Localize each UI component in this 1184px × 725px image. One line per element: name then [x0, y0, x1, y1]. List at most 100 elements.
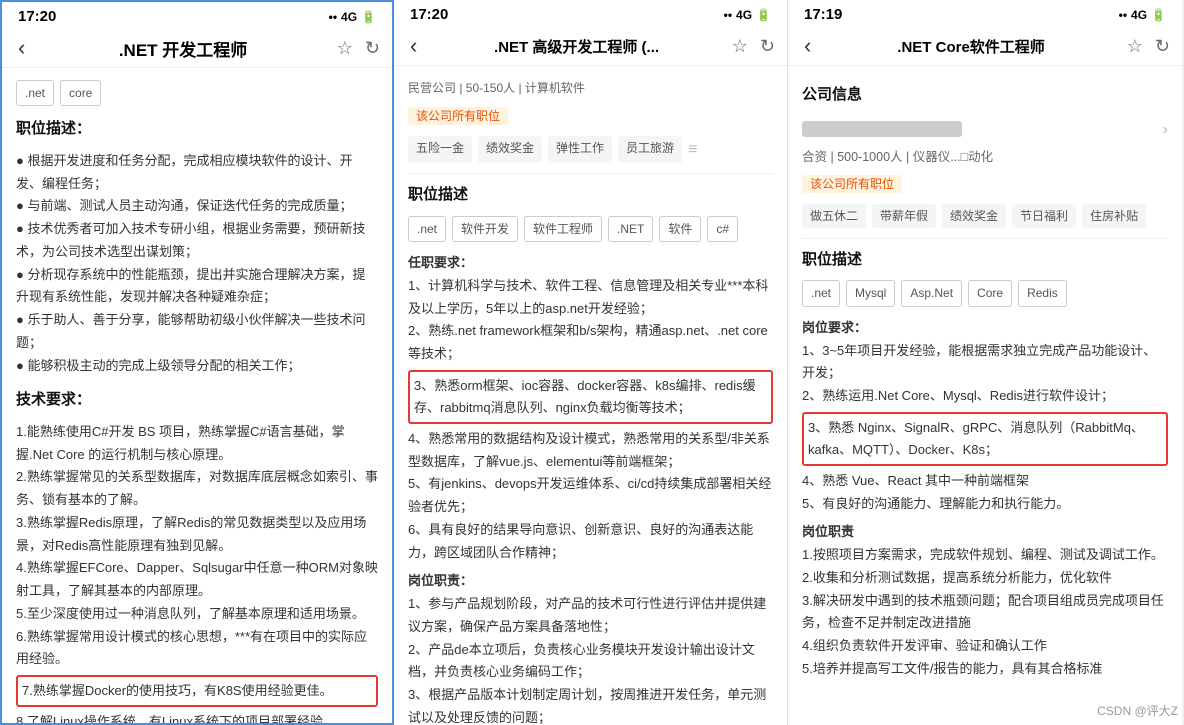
status-bar-2: 17:20 •• 4G 🔋 [394, 0, 787, 27]
benefit-1: 五险一金 [408, 136, 472, 163]
section-desc-2: 职位描述 [408, 182, 773, 208]
benefit-4: 员工旅游 [618, 136, 682, 163]
company-name-blur-3 [802, 121, 962, 137]
benefit-row-3: 做五休二 带薪年假 绩效奖金 节日福利 住房补贴 [802, 204, 1168, 228]
tag-row-3: .net Mysql Asp.Net Core Redis [802, 280, 1168, 306]
nav-bar-2: ‹ .NET 高级开发工程师 (... ☆ ↻ [394, 27, 787, 66]
tag-redis-3: Redis [1018, 280, 1067, 306]
panel-2: 17:20 •• 4G 🔋 ‹ .NET 高级开发工程师 (... ☆ ↻ 民营… [394, 0, 788, 725]
highlight-docker-2: 3、熟悉orm框架、ioc容器、docker容器、k8s编排、redis缓存、r… [408, 370, 773, 424]
tag-aspnet-3: Asp.Net [901, 280, 962, 306]
status-right-1: •• 4G 🔋 [329, 10, 376, 24]
section-tech-req-1: 技术要求： [16, 387, 378, 413]
status-bar-1: 17:20 •• 4G 🔋 [2, 2, 392, 29]
benefit-3-3: 绩效奖金 [942, 204, 1006, 228]
text-linux-1: 8.了解Linux操作系统，有Linux系统下的项目部署经验。 9.了解微服务各… [16, 711, 378, 723]
app-container: 17:20 •• 4G 🔋 ‹ .NET 开发工程师 ☆ ↻ .net core… [0, 0, 1184, 725]
panel-3: 17:19 •• 4G 🔋 ‹ .NET Core软件工程师 ☆ ↻ 公司信息 [788, 0, 1182, 725]
company-badge-2[interactable]: 该公司所有职位 [408, 107, 508, 125]
duty-heading-3: 岗位职责 [802, 521, 1168, 544]
tag-net-3: .net [802, 280, 840, 306]
req-heading-3: 岗位要求： [802, 317, 1168, 340]
network-3: 4G [1131, 8, 1147, 22]
company-row-3: › [802, 116, 1168, 143]
nav-title-1: .NET 开发工程师 [29, 36, 336, 61]
duty-text-2: 1、参与产品规划阶段，对产品的技术可行性进行评估并提供建议方案，确保产品方案具备… [408, 593, 773, 725]
tag-net-2: .net [408, 216, 446, 242]
status-right-3: •• 4G 🔋 [1119, 8, 1166, 22]
nav-bar-1: ‹ .NET 开发工程师 ☆ ↻ [2, 29, 392, 68]
benefit-row-2: 五险一金 绩效奖金 弹性工作 员工旅游 ≡ [408, 136, 773, 163]
tag-core-3: Core [968, 280, 1012, 306]
tag-row-2: .net 软件开发 软件工程师 .NET 软件 c# [408, 216, 773, 242]
company-name-area-3 [802, 118, 966, 141]
signal-dots-3: •• [1119, 8, 1127, 22]
back-button-3[interactable]: ‹ [800, 33, 815, 59]
panel-1: 17:20 •• 4G 🔋 ‹ .NET 开发工程师 ☆ ↻ .net core… [0, 0, 394, 725]
tag-mysql-3: Mysql [846, 280, 895, 306]
battery-1: 🔋 [361, 10, 376, 24]
star-icon-1[interactable]: ☆ [337, 38, 353, 59]
req-text-3a: 1、3~5年项目开发经验，能根据需求独立完成产品功能设计、开发； 2、熟练运用.… [802, 340, 1168, 408]
tag-NET-2: .NET [608, 216, 653, 242]
time-1: 17:20 [18, 8, 56, 25]
back-button-1[interactable]: ‹ [14, 35, 29, 61]
content-2: 民营公司 | 50-150人 | 计算机软件 该公司所有职位 五险一金 绩效奖金… [394, 66, 787, 725]
req-text-2a: 1、计算机科学与技术、软件工程、信息管理及相关专业***本科及以上学历，5年以上… [408, 275, 773, 366]
tag-soft-2: 软件 [659, 216, 701, 242]
company-meta-2: 民营公司 | 50-150人 | 计算机软件 [408, 78, 773, 99]
divider-2 [408, 173, 773, 174]
tech-text-1: 1.能熟练使用C#开发 BS 项目，熟练掌握C#语言基础，掌握.Net Core… [16, 421, 378, 671]
refresh-icon-3[interactable]: ↻ [1155, 36, 1170, 57]
section-heading-desc-1: 职位描述： [16, 116, 378, 142]
content-3: 公司信息 › 合资 | 500-1000人 | 仪器仪...□动化 该公司所有职… [788, 66, 1182, 725]
tag-core-1: core [60, 80, 101, 106]
time-3: 17:19 [804, 6, 842, 23]
network-2: 4G [736, 8, 752, 22]
nav-icons-2: ☆ ↻ [732, 36, 775, 57]
time-2: 17:20 [410, 6, 448, 23]
company-badge-3[interactable]: 该公司所有职位 [802, 175, 902, 193]
req-heading-2: 任职要求： [408, 252, 773, 275]
benefit-3-5: 住房补贴 [1082, 204, 1146, 228]
tag-row-1: .net core [16, 80, 378, 106]
desc-text-1: ● 根据开发进度和任务分配，完成相应模块软件的设计、开发、编程任务； ● 与前端… [16, 150, 378, 378]
refresh-icon-2[interactable]: ↻ [760, 36, 775, 57]
content-1: .net core 职位描述： ● 根据开发进度和任务分配，完成相应模块软件的设… [2, 68, 392, 723]
signal-dots-2: •• [724, 8, 732, 22]
star-icon-2[interactable]: ☆ [732, 36, 748, 57]
more-icon-2: ≡ [688, 136, 697, 163]
tag-swe-2: 软件工程师 [524, 216, 602, 242]
star-icon-3[interactable]: ☆ [1127, 36, 1143, 57]
highlight-docker-1: 7.熟练掌握Docker的使用技巧，有K8S使用经验更佳。 [16, 675, 378, 707]
nav-icons-3: ☆ ↻ [1127, 36, 1170, 57]
divider-3 [802, 238, 1168, 239]
duty-text-3: 1.按照项目方案需求，完成软件规划、编程、测试及调试工作。 2.收集和分析测试数… [802, 544, 1168, 681]
network-1: 4G [341, 10, 357, 24]
nav-icons-1: ☆ ↻ [337, 38, 380, 59]
status-bar-3: 17:19 •• 4G 🔋 [788, 0, 1182, 27]
benefit-3-1: 做五休二 [802, 204, 866, 228]
signal-dots-1: •• [329, 10, 337, 24]
tag-sw-2: 软件开发 [452, 216, 518, 242]
status-right-2: •• 4G 🔋 [724, 8, 771, 22]
refresh-icon-1[interactable]: ↻ [365, 38, 380, 59]
nav-title-2: .NET 高级开发工程师 (... [421, 36, 731, 57]
benefit-3: 弹性工作 [548, 136, 612, 163]
company-meta-3: 合资 | 500-1000人 | 仪器仪...□动化 [802, 147, 1168, 169]
battery-3: 🔋 [1151, 8, 1166, 22]
company-section-title-3: 公司信息 [802, 82, 1168, 108]
duty-heading-2: 岗位职责： [408, 570, 773, 593]
benefit-2: 绩效奖金 [478, 136, 542, 163]
battery-2: 🔋 [756, 8, 771, 22]
watermark: CSDN @评大Z [1097, 702, 1178, 719]
back-button-2[interactable]: ‹ [406, 33, 421, 59]
req-text-3b: 4、熟悉 Vue、React 其中一种前端框架 5、有良好的沟通能力、理解能力和… [802, 470, 1168, 516]
benefit-3-2: 带薪年假 [872, 204, 936, 228]
tag-net-1: .net [16, 80, 54, 106]
benefit-3-4: 节日福利 [1012, 204, 1076, 228]
nav-bar-3: ‹ .NET Core软件工程师 ☆ ↻ [788, 27, 1182, 66]
req-text-2b: 4、熟悉常用的数据结构及设计模式，熟悉常用的关系型/非关系型数据库，了解vue.… [408, 428, 773, 565]
highlight-nginx-3: 3、熟悉 Nginx、SignalR、gRPC、消息队列（RabbitMq、ka… [802, 412, 1168, 466]
arrow-right-3[interactable]: › [1163, 116, 1168, 143]
